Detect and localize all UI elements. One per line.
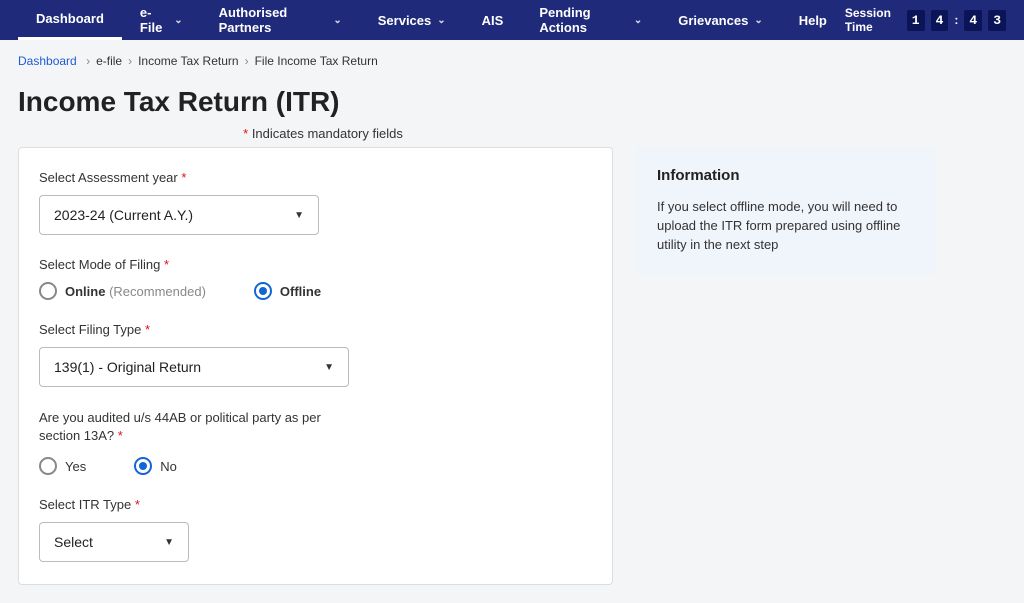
page-title: Income Tax Return (ITR): [18, 86, 1006, 118]
mode-label: Select Mode of Filing *: [39, 257, 592, 272]
filing-type-select[interactable]: 139(1) - Original Return ▼: [39, 347, 349, 387]
nav-grievances[interactable]: Grievances⌄: [660, 0, 781, 40]
audit-yes-radio[interactable]: Yes: [39, 457, 86, 475]
chevron-down-icon: ⌄: [754, 15, 762, 26]
nav-dashboard[interactable]: Dashboard: [18, 0, 122, 40]
itr-type-select[interactable]: Select ▼: [39, 522, 189, 562]
mode-offline-radio[interactable]: Offline: [254, 282, 321, 300]
breadcrumb: Dashboard ›e-file›Income Tax Return›File…: [0, 40, 1024, 68]
form-card: Select Assessment year * 2023-24 (Curren…: [18, 147, 613, 585]
chevron-down-icon: ⌄: [634, 15, 642, 26]
mode-online-radio[interactable]: Online (Recommended): [39, 282, 206, 300]
ay-value: 2023-24 (Current A.Y.): [54, 207, 193, 223]
radio-icon: [254, 282, 272, 300]
itr-value: Select: [54, 534, 93, 550]
audit-label: Are you audited u/s 44AB or political pa…: [39, 409, 339, 445]
chevron-down-icon: ▼: [294, 210, 304, 221]
chevron-down-icon: ▼: [324, 362, 334, 373]
chevron-down-icon: ⌄: [333, 15, 341, 26]
info-body: If you select offline mode, you will nee…: [657, 198, 913, 255]
nav-authorised-partners[interactable]: Authorised Partners⌄: [201, 0, 360, 40]
breadcrumb-item: File Income Tax Return: [255, 54, 378, 68]
radio-icon: [134, 457, 152, 475]
radio-icon: [39, 282, 57, 300]
breadcrumb-item: Income Tax Return: [138, 54, 239, 68]
itr-type-label: Select ITR Type *: [39, 497, 592, 512]
filing-value: 139(1) - Original Return: [54, 359, 201, 375]
chevron-down-icon: ▼: [164, 537, 174, 548]
nav-ais[interactable]: AIS: [464, 0, 522, 40]
info-title: Information: [657, 167, 913, 184]
session-time: Session Time14:43: [845, 6, 1006, 34]
chevron-down-icon: ⌄: [437, 15, 445, 26]
audit-no-radio[interactable]: No: [134, 457, 177, 475]
nav-e-file[interactable]: e-File⌄: [122, 0, 201, 40]
assessment-year-select[interactable]: 2023-24 (Current A.Y.) ▼: [39, 195, 319, 235]
mandatory-note: * Indicates mandatory fields: [18, 126, 628, 141]
breadcrumb-root[interactable]: Dashboard: [18, 54, 77, 68]
chevron-down-icon: ⌄: [174, 15, 182, 26]
nav-pending-actions[interactable]: Pending Actions⌄: [521, 0, 660, 40]
radio-icon: [39, 457, 57, 475]
top-nav: Dashboarde-File⌄Authorised Partners⌄Serv…: [0, 0, 1024, 40]
nav-help[interactable]: Help: [781, 0, 845, 40]
ay-label: Select Assessment year *: [39, 170, 592, 185]
nav-services[interactable]: Services⌄: [360, 0, 464, 40]
info-panel: Information If you select offline mode, …: [635, 147, 935, 275]
breadcrumb-item: e-file: [96, 54, 122, 68]
filing-type-label: Select Filing Type *: [39, 322, 592, 337]
